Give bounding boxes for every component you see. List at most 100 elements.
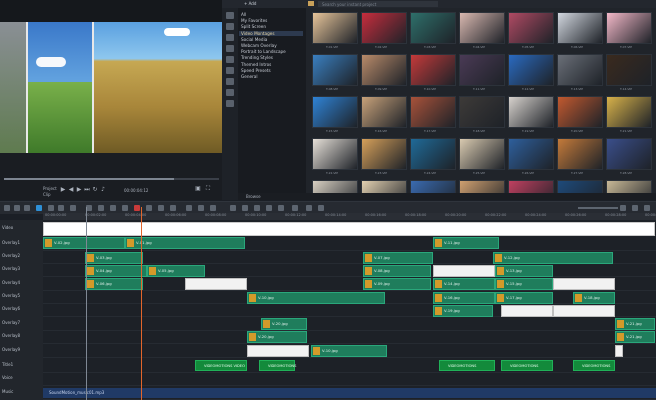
- title-clip[interactable]: VIDEOMOTIONS VIDEO: [195, 360, 247, 371]
- blank-clip[interactable]: [553, 305, 615, 317]
- timeline-clip[interactable]: V-01.jpg: [125, 237, 245, 249]
- category-item[interactable]: Split Screen: [241, 24, 266, 29]
- track-header[interactable]: Overlay8: [2, 333, 20, 338]
- track-header[interactable]: Overlay6: [2, 306, 20, 311]
- template-thumbnail[interactable]: [606, 180, 652, 193]
- timeline-clip[interactable]: V-20.jpg: [261, 318, 307, 330]
- track-header[interactable]: Voice: [2, 375, 13, 380]
- template-thumbnail[interactable]: [557, 12, 603, 44]
- timeline-clip[interactable]: V-06.jpg: [85, 278, 143, 290]
- timeline-clip[interactable]: V-14.jpg: [433, 278, 495, 290]
- timeline-clip[interactable]: V-11.jpg: [433, 237, 499, 249]
- browse-button[interactable]: Browse: [246, 194, 261, 199]
- audio-ducking-icon[interactable]: [146, 205, 152, 211]
- filter-icon[interactable]: [226, 67, 234, 74]
- undo-icon[interactable]: [226, 100, 234, 107]
- template-thumbnail[interactable]: [557, 180, 603, 193]
- path-icon[interactable]: [226, 78, 234, 85]
- title-clip[interactable]: VIDEOMOTIONS: [439, 360, 495, 371]
- title-clip[interactable]: VIDEOMOTIONS: [573, 360, 615, 371]
- speed-icon[interactable]: [186, 205, 192, 211]
- record-icon[interactable]: [134, 205, 140, 211]
- zoom-slider[interactable]: [578, 207, 618, 209]
- category-item[interactable]: Webcam Overlay: [241, 43, 277, 48]
- text-icon[interactable]: [266, 205, 272, 211]
- template-thumbnail[interactable]: [606, 96, 652, 128]
- multicam-icon[interactable]: [198, 205, 204, 211]
- track-header[interactable]: Music: [2, 389, 13, 394]
- track-header[interactable]: Title1: [2, 362, 13, 367]
- timeline-clip[interactable]: V-10.jpg: [247, 292, 385, 304]
- track-lane[interactable]: [43, 330, 656, 344]
- repeat-icon[interactable]: ↻: [92, 187, 98, 193]
- split-icon[interactable]: [70, 205, 76, 211]
- select-tool-icon[interactable]: [36, 205, 42, 211]
- group-icon[interactable]: [278, 205, 284, 211]
- music-clip[interactable]: SoundMotion_music01.mp3: [43, 388, 656, 398]
- template-thumbnail[interactable]: [361, 12, 407, 44]
- zoom-in-icon[interactable]: [620, 205, 626, 211]
- folder-icon[interactable]: [308, 1, 314, 6]
- template-thumbnail[interactable]: [557, 138, 603, 170]
- storyboard-view-icon[interactable]: [14, 205, 20, 211]
- track-header[interactable]: Overlay4: [2, 280, 20, 285]
- playhead[interactable]: [141, 207, 142, 400]
- blank-clip[interactable]: [433, 265, 495, 277]
- title-icon[interactable]: [226, 45, 234, 52]
- template-thumbnail[interactable]: [312, 96, 358, 128]
- timeline-clip[interactable]: V-08.jpg: [363, 265, 431, 277]
- template-thumbnail[interactable]: [312, 54, 358, 86]
- audio-meter-icon[interactable]: [292, 205, 298, 211]
- timeline-clip[interactable]: V-19.jpg: [433, 305, 493, 317]
- template-thumbnail[interactable]: [557, 54, 603, 86]
- template-thumbnail[interactable]: [410, 138, 456, 170]
- stabilize-icon[interactable]: [210, 205, 216, 211]
- skip-end-icon[interactable]: ⏭: [84, 187, 90, 193]
- timeline-clip[interactable]: V-09.jpg: [363, 278, 431, 290]
- zoom-fit-icon[interactable]: [632, 205, 638, 211]
- timeline-view-icon[interactable]: [4, 205, 10, 211]
- track-lane[interactable]: [43, 359, 656, 373]
- audio-icon[interactable]: [226, 89, 234, 96]
- motion-icon[interactable]: [98, 205, 104, 211]
- preview-canvas[interactable]: [0, 22, 222, 153]
- blank-clip[interactable]: [247, 345, 309, 357]
- mask-icon[interactable]: [122, 205, 128, 211]
- track-header[interactable]: Overlay1: [2, 240, 20, 245]
- template-thumbnail[interactable]: [606, 138, 652, 170]
- category-item[interactable]: Speed Presets: [241, 68, 271, 73]
- media-icon[interactable]: [226, 12, 234, 19]
- timeline-clip[interactable]: V-15.jpg: [495, 278, 553, 290]
- template-thumbnail[interactable]: [508, 96, 554, 128]
- volume-icon[interactable]: ♪: [100, 187, 106, 193]
- fullscreen-icon[interactable]: ⛶: [205, 186, 211, 192]
- motion-tracking-icon[interactable]: [170, 205, 176, 211]
- template-thumbnail[interactable]: [459, 96, 505, 128]
- blank-clip[interactable]: [553, 278, 615, 290]
- template-thumbnail[interactable]: [459, 180, 505, 193]
- template-thumbnail[interactable]: [312, 12, 358, 44]
- subtitle-icon[interactable]: [158, 205, 164, 211]
- category-item[interactable]: Social Media: [241, 37, 267, 42]
- color-icon[interactable]: [110, 205, 116, 211]
- timeline-marker[interactable]: [86, 207, 87, 400]
- template-thumbnail[interactable]: [508, 138, 554, 170]
- template-thumbnail[interactable]: [361, 54, 407, 86]
- timeline-clip[interactable]: V-16.jpg: [433, 292, 495, 304]
- template-thumbnail[interactable]: [557, 96, 603, 128]
- search-input[interactable]: Search your instant project: [318, 1, 438, 7]
- track-lane[interactable]: [43, 317, 656, 331]
- category-item[interactable]: Portrait to Landscape: [241, 49, 286, 54]
- category-item[interactable]: My Favorites: [241, 18, 267, 23]
- template-thumbnail[interactable]: [410, 180, 456, 193]
- category-item[interactable]: Trending Styles: [241, 55, 273, 60]
- template-thumbnail[interactable]: [459, 12, 505, 44]
- transition-icon[interactable]: [226, 34, 234, 41]
- graphics-icon[interactable]: [226, 56, 234, 63]
- category-item[interactable]: All: [241, 12, 246, 17]
- track-header[interactable]: Overlay7: [2, 320, 20, 325]
- template-thumbnail[interactable]: [410, 96, 456, 128]
- settings-icon[interactable]: [644, 205, 650, 211]
- timeline-clip[interactable]: V-21.jpg: [615, 331, 655, 343]
- template-thumbnail[interactable]: [312, 180, 358, 193]
